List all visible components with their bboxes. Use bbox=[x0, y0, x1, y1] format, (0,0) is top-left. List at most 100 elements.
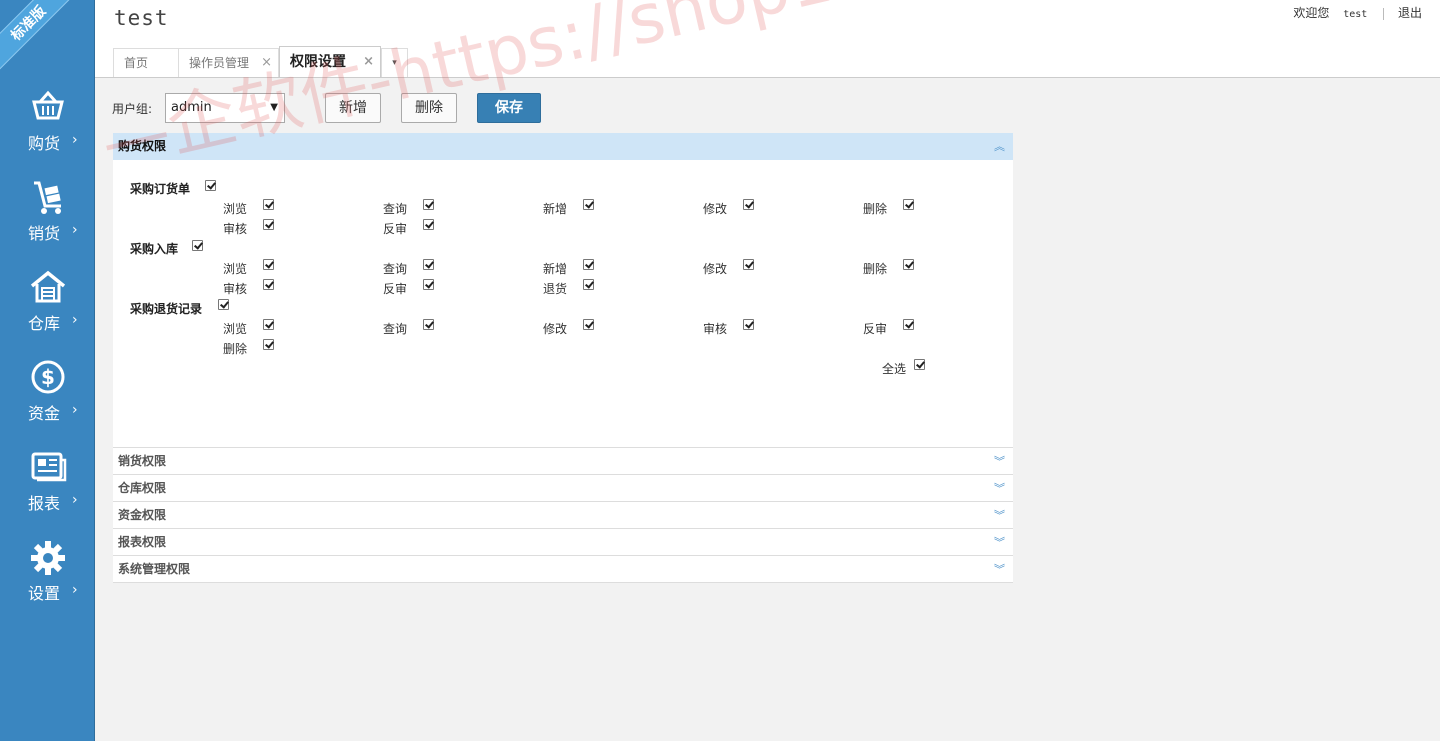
permission-label: 修改 bbox=[543, 322, 568, 336]
main-area: test 欢迎您 test 退出 首页 操作员管理 × 权限设置 × ▾ 用户组… bbox=[95, 0, 1440, 741]
permission-label: 浏览 bbox=[223, 322, 248, 336]
panel-title: 系统管理权限 bbox=[118, 562, 191, 576]
checkbox[interactable] bbox=[263, 279, 274, 290]
panel-title: 资金权限 bbox=[118, 508, 167, 522]
save-button[interactable]: 保存 bbox=[477, 93, 541, 123]
sidebar-item-label: 设置 bbox=[28, 584, 61, 603]
sidebar-item-label: 仓库 bbox=[28, 314, 61, 333]
checkbox[interactable] bbox=[263, 219, 274, 230]
caret-down-icon: ▼ bbox=[270, 102, 278, 113]
chevron-right-icon: › bbox=[72, 582, 78, 598]
tab-label: 首页 bbox=[124, 56, 149, 70]
sidebar-item-label: 销货 bbox=[28, 224, 61, 243]
permission-label: 浏览 bbox=[223, 202, 248, 216]
panel-header-sales[interactable]: 销货权限 ︾ bbox=[113, 448, 1013, 475]
permission-label: 修改 bbox=[703, 202, 728, 216]
checkbox[interactable] bbox=[423, 279, 434, 290]
permission-label: 审核 bbox=[703, 322, 728, 336]
checkbox[interactable] bbox=[263, 319, 274, 330]
tab-label: 操作员管理 bbox=[189, 56, 250, 70]
checkbox[interactable] bbox=[903, 319, 914, 330]
expand-icon[interactable]: ︾ bbox=[994, 475, 1005, 502]
permission-label: 删除 bbox=[863, 202, 888, 216]
sidebar-item-warehouse[interactable]: 仓库 › bbox=[0, 268, 94, 358]
tab-home[interactable]: 首页 bbox=[113, 48, 179, 78]
permission-label: 审核 bbox=[223, 222, 248, 236]
sidebar-item-funds[interactable]: $ 资金 › bbox=[0, 358, 94, 448]
cart-icon bbox=[33, 181, 61, 214]
chevron-right-icon: › bbox=[72, 312, 78, 328]
panel-header-system[interactable]: 系统管理权限 ︾ bbox=[113, 556, 1013, 583]
logout-link[interactable]: 退出 bbox=[1398, 4, 1422, 21]
checkbox[interactable] bbox=[263, 339, 274, 350]
permission-label: 查询 bbox=[383, 202, 408, 216]
warehouse-icon bbox=[30, 270, 65, 303]
checkbox[interactable] bbox=[903, 259, 914, 270]
user-group-label: 用户组: bbox=[112, 102, 153, 116]
checkbox[interactable] bbox=[743, 199, 754, 210]
checkbox[interactable] bbox=[263, 259, 274, 270]
sidebar-item-label: 资金 bbox=[28, 404, 61, 423]
welcome-text: 欢迎您 bbox=[1293, 6, 1330, 20]
permission-label: 查询 bbox=[383, 262, 408, 276]
panel-header-funds[interactable]: 资金权限 ︾ bbox=[113, 502, 1013, 529]
basket-icon bbox=[31, 90, 64, 120]
chevron-right-icon: › bbox=[72, 222, 78, 238]
checkbox[interactable] bbox=[263, 199, 274, 210]
user-links: 欢迎您 test 退出 bbox=[1293, 4, 1422, 21]
tab-label: 权限设置 bbox=[290, 54, 346, 70]
tab-menu-dropdown[interactable]: ▾ bbox=[381, 48, 408, 78]
expand-icon[interactable]: ︾ bbox=[994, 448, 1005, 475]
panel-title: 购货权限 bbox=[118, 139, 167, 153]
sidebar-item-reports[interactable]: 报表 › bbox=[0, 448, 94, 538]
delete-button[interactable]: 删除 bbox=[401, 93, 457, 123]
checkbox[interactable] bbox=[743, 319, 754, 330]
permission-group-label: 采购退货记录 bbox=[130, 302, 203, 316]
expand-icon[interactable]: ︾ bbox=[994, 502, 1005, 529]
sidebar-item-purchase[interactable]: 购货 › bbox=[0, 88, 94, 178]
panel-header-warehouse[interactable]: 仓库权限 ︾ bbox=[113, 475, 1013, 502]
panel-header-reports[interactable]: 报表权限 ︾ bbox=[113, 529, 1013, 556]
checkbox[interactable] bbox=[218, 299, 229, 310]
close-icon[interactable]: × bbox=[261, 49, 272, 77]
checkbox[interactable] bbox=[583, 319, 594, 330]
checkbox[interactable] bbox=[583, 279, 594, 290]
permission-label: 反审 bbox=[383, 222, 408, 236]
divider bbox=[1383, 7, 1385, 20]
collapse-icon[interactable]: ︽ bbox=[994, 133, 1005, 160]
checkbox[interactable] bbox=[423, 259, 434, 270]
permission-label: 新增 bbox=[543, 202, 568, 216]
svg-text:$: $ bbox=[41, 365, 55, 389]
checkbox[interactable] bbox=[583, 199, 594, 210]
sidebar-item-settings[interactable]: 设置 › bbox=[0, 538, 94, 628]
checkbox[interactable] bbox=[743, 259, 754, 270]
checkbox[interactable] bbox=[583, 259, 594, 270]
permission-content: 用户组: admin ▼ 新增 删除 保存 购货权限 ︽ 采购订货单 浏览 查询… bbox=[95, 78, 1440, 741]
permission-label: 审核 bbox=[223, 282, 248, 296]
caret-down-icon: ▾ bbox=[392, 58, 397, 68]
checkbox[interactable] bbox=[423, 319, 434, 330]
sidebar-item-sales[interactable]: 销货 › bbox=[0, 178, 94, 268]
panel-header-purchase[interactable]: 购货权限 ︽ bbox=[113, 133, 1013, 160]
permission-label: 删除 bbox=[223, 342, 248, 356]
user-group-select[interactable]: admin ▼ bbox=[165, 93, 285, 123]
expand-icon[interactable]: ︾ bbox=[994, 529, 1005, 556]
expand-icon[interactable]: ︾ bbox=[994, 556, 1005, 583]
edition-badge: 标准版 bbox=[0, 0, 80, 75]
panel-title: 仓库权限 bbox=[118, 481, 167, 495]
select-all-checkbox[interactable] bbox=[914, 359, 925, 370]
add-button[interactable]: 新增 bbox=[325, 93, 381, 123]
tab-operator-management[interactable]: 操作员管理 × bbox=[178, 48, 279, 78]
tab-permission-settings[interactable]: 权限设置 × bbox=[279, 46, 381, 78]
sidebar-item-label: 报表 bbox=[28, 494, 61, 513]
close-icon[interactable]: × bbox=[363, 47, 374, 77]
permission-label: 删除 bbox=[863, 262, 888, 276]
checkbox[interactable] bbox=[192, 240, 203, 251]
checkbox[interactable] bbox=[205, 180, 216, 191]
panel-title: 报表权限 bbox=[118, 535, 167, 549]
checkbox[interactable] bbox=[423, 199, 434, 210]
checkbox[interactable] bbox=[423, 219, 434, 230]
checkbox[interactable] bbox=[903, 199, 914, 210]
permission-group-label: 采购入库 bbox=[130, 242, 179, 256]
select-all-label: 全选 bbox=[882, 362, 907, 376]
